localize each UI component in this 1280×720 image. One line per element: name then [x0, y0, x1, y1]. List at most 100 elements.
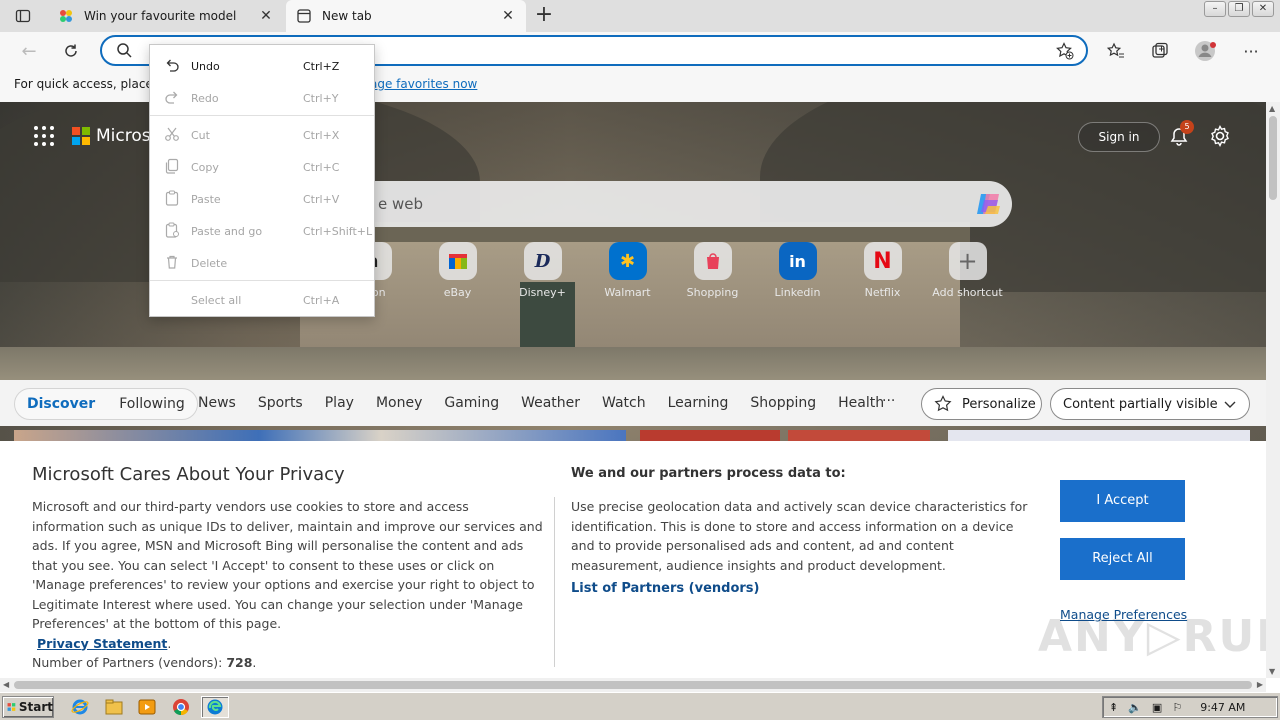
privacy-statement-link[interactable]: Privacy Statement: [37, 636, 167, 651]
favorites-button[interactable]: [1105, 40, 1127, 62]
volume-icon[interactable]: 🔈: [1128, 701, 1142, 714]
vertical-scrollbar[interactable]: ▲ ▼: [1266, 102, 1280, 678]
more-tabs-button[interactable]: ···: [882, 393, 895, 409]
close-tab-icon[interactable]: ✕: [258, 8, 274, 24]
paste-go-icon: [164, 222, 180, 238]
reject-all-button[interactable]: Reject All: [1060, 538, 1185, 580]
chevron-down-icon: [1223, 397, 1237, 415]
action-center-flag-icon[interactable]: ⚐: [1172, 701, 1182, 714]
delete-icon: [164, 254, 180, 270]
scroll-down-icon[interactable]: ▼: [1269, 667, 1275, 676]
start-button[interactable]: Start: [2, 696, 54, 718]
collections-button[interactable]: [1149, 40, 1171, 62]
system-clock[interactable]: 9:47 AM: [1200, 701, 1245, 714]
menu-item-paste[interactable]: Paste Ctrl+V: [150, 181, 374, 213]
tab-new-tab[interactable]: New tab ✕: [286, 0, 526, 32]
edge-taskbar-icon[interactable]: [201, 696, 229, 718]
minimize-button[interactable]: –: [1204, 1, 1226, 17]
undo-icon: [164, 57, 180, 73]
shortcut-walmart[interactable]: ✱ Walmart: [585, 242, 670, 299]
settings-gear-icon[interactable]: [1208, 124, 1232, 148]
manage-favorites-link[interactable]: age favorites now: [370, 77, 477, 91]
app-launcher-icon[interactable]: [34, 126, 54, 146]
manage-preferences-link[interactable]: Manage Preferences: [1060, 607, 1187, 622]
horizontal-scrollbar[interactable]: ◀ ▶: [0, 678, 1266, 692]
list-of-partners-link[interactable]: List of Partners (vendors): [571, 581, 759, 596]
menu-item-undo[interactable]: Undo Ctrl+Z: [150, 48, 374, 80]
system-tray: ⇞ 🔈 ▣ ⚐ 9:47 AM: [1102, 696, 1278, 718]
web-search-placeholder: e web: [378, 195, 424, 213]
tray-expand-icon[interactable]: ⇞: [1109, 701, 1118, 714]
shortcut-linkedin[interactable]: in Linkedin: [755, 242, 840, 299]
menu-item-label: Undo: [191, 60, 220, 73]
media-player-icon[interactable]: [137, 697, 157, 717]
shortcut-disney[interactable]: D Disney+: [500, 242, 585, 299]
sign-in-button[interactable]: Sign in: [1078, 122, 1160, 152]
privacy-divider: [554, 497, 555, 667]
horizontal-scroll-thumb[interactable]: [14, 681, 1252, 689]
menu-item-cut[interactable]: Cut Ctrl+X: [150, 117, 374, 149]
copilot-icon[interactable]: [972, 188, 1004, 220]
scroll-left-icon[interactable]: ◀: [3, 680, 9, 689]
tab-actions-button[interactable]: [8, 6, 38, 26]
personalize-star-icon: [934, 395, 952, 412]
tab-weather[interactable]: Weather: [521, 395, 580, 411]
menu-item-redo[interactable]: Redo Ctrl+Y: [150, 80, 374, 112]
shortcut-netflix[interactable]: N Netflix: [840, 242, 925, 299]
search-icon: [116, 42, 133, 62]
close-window-button[interactable]: ✕: [1252, 1, 1274, 17]
add-favorite-icon[interactable]: [1056, 42, 1074, 63]
tab-discover[interactable]: Discover: [27, 396, 95, 412]
shortcut-label: Shopping: [686, 286, 739, 299]
menu-item-label: Paste: [191, 193, 221, 206]
feed-pill-tabs: Discover Following: [14, 388, 198, 420]
more-menu-button[interactable]: ···: [1240, 40, 1262, 62]
shortcut-ebay[interactable]: eBay: [415, 242, 500, 299]
newtab-page-icon: [296, 8, 312, 24]
microsoft-logo[interactable]: Microso: [72, 126, 161, 146]
tab-shopping[interactable]: Shopping: [750, 395, 816, 411]
shortcut-shopping[interactable]: Shopping: [670, 242, 755, 299]
tab-gaming[interactable]: Gaming: [444, 395, 499, 411]
tab-win-model[interactable]: Win your favourite model ✕: [48, 0, 284, 32]
refresh-button[interactable]: [58, 38, 84, 64]
close-tab-icon[interactable]: ✕: [500, 8, 516, 24]
redo-icon: [164, 89, 180, 105]
tab-play[interactable]: Play: [325, 395, 354, 411]
internet-explorer-icon[interactable]: [70, 697, 90, 717]
address-bar-context-menu: Undo Ctrl+Z Redo Ctrl+Y Cut Ctrl+X Copy …: [149, 44, 375, 317]
vertical-scroll-thumb[interactable]: [1269, 116, 1277, 200]
menu-item-delete[interactable]: Delete: [150, 245, 374, 277]
tab-health[interactable]: Health: [838, 395, 884, 411]
network-icon[interactable]: ▣: [1152, 701, 1162, 714]
tab-money[interactable]: Money: [376, 395, 422, 411]
file-explorer-icon[interactable]: [104, 697, 124, 717]
accept-button[interactable]: I Accept: [1060, 480, 1185, 522]
menu-item-copy[interactable]: Copy Ctrl+C: [150, 149, 374, 181]
ebay-icon: [438, 242, 477, 280]
menu-item-select-all[interactable]: Select all Ctrl+A: [150, 282, 374, 314]
tab-news[interactable]: News: [198, 395, 236, 411]
tab-watch[interactable]: Watch: [602, 395, 646, 411]
tab-strip: Win your favourite model ✕ New tab ✕ + –…: [0, 0, 1280, 32]
back-button[interactable]: ←: [16, 38, 42, 64]
tab-learning[interactable]: Learning: [668, 395, 729, 411]
menu-item-shortcut: Ctrl+Shift+L: [303, 225, 373, 238]
shortcut-add[interactable]: + Add shortcut: [925, 242, 1010, 299]
new-tab-button[interactable]: +: [532, 4, 556, 28]
scroll-up-icon[interactable]: ▲: [1269, 104, 1275, 113]
privacy-body-text: Microsoft and our third-party vendors us…: [32, 499, 543, 631]
content-visibility-dropdown[interactable]: Content partially visible: [1050, 388, 1250, 420]
menu-item-paste-and-go[interactable]: Paste and go Ctrl+Shift+L: [150, 213, 374, 245]
partners-count-label: Number of Partners (vendors):: [32, 655, 227, 670]
chrome-icon[interactable]: [171, 697, 191, 717]
privacy-body: Microsoft and our third-party vendors us…: [32, 499, 543, 670]
tab-sports[interactable]: Sports: [258, 395, 303, 411]
profile-avatar[interactable]: [1195, 40, 1217, 62]
scroll-right-icon[interactable]: ▶: [1257, 680, 1263, 689]
maximize-button[interactable]: ❐: [1228, 1, 1250, 17]
menu-item-label: Select all: [191, 294, 242, 307]
tab-following[interactable]: Following: [119, 396, 185, 412]
personalize-button[interactable]: Personalize: [921, 388, 1042, 420]
web-search-box[interactable]: e web: [280, 181, 1012, 227]
